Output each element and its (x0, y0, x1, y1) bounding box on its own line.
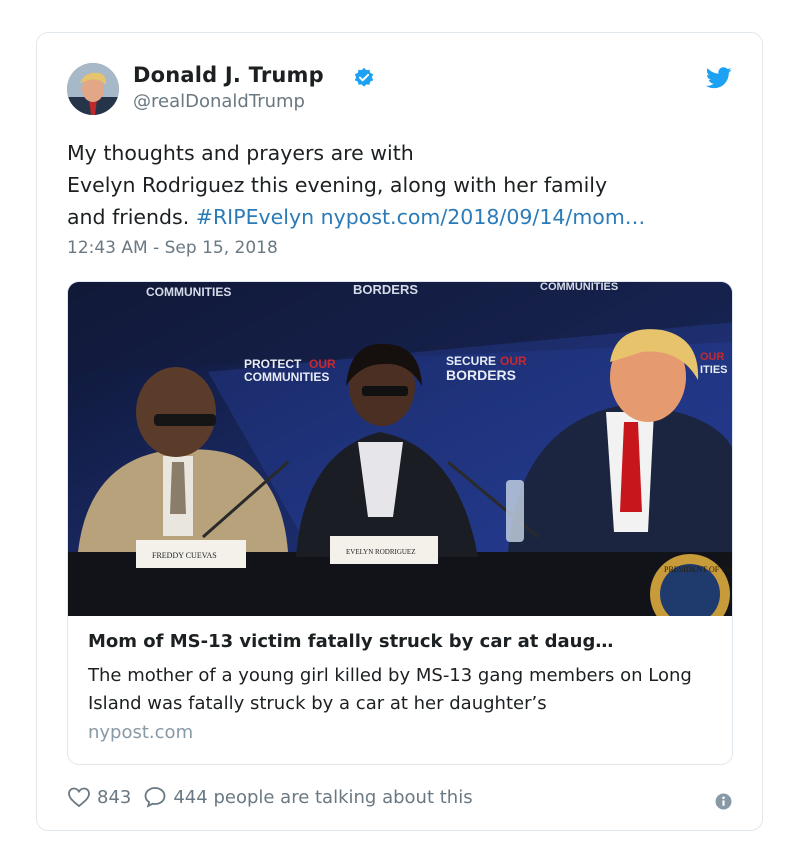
tweet-text-plain: and friends. (67, 205, 196, 229)
author-name[interactable]: Donald J. Trump (133, 63, 324, 87)
sign-text: PROTECT (244, 357, 302, 371)
embedded-tweet-card: Donald J. Trump @realDonaldTrump My thou… (36, 32, 763, 831)
author-handle[interactable]: @realDonaldTrump (133, 91, 305, 112)
verified-badge-icon (354, 67, 374, 87)
tweet-timestamp[interactable]: 12:43 AM - Sep 15, 2018 (67, 238, 278, 258)
info-icon[interactable] (715, 793, 732, 810)
sign-text: COMMUNITIES (540, 282, 618, 293)
speech-bubble-icon[interactable] (143, 785, 167, 809)
link-card-description: The mother of a young girl killed by MS-… (88, 665, 692, 714)
sign-text: BORDERS (446, 367, 516, 383)
seal-text: PRESIDENT OF THE (664, 565, 733, 574)
placard-text: EVELYN RODRIGUEZ (346, 548, 415, 556)
sign-text: OUR (309, 357, 336, 371)
sign-text: OUR (700, 351, 725, 363)
sign-text: ITIES (700, 364, 728, 376)
sign-text: SECURE (446, 354, 496, 368)
link-card-domain: nypost.com (88, 722, 194, 743)
hashtag-link[interactable]: #RIPEvelyn (196, 205, 314, 229)
tweet-text: My thoughts and prayers are with Evelyn … (67, 137, 737, 233)
talking-about-link[interactable]: 444 people are talking about this (173, 787, 472, 808)
like-count[interactable]: 843 (97, 787, 131, 808)
link-card-title[interactable]: Mom of MS-13 victim fatally struck by ca… (88, 631, 716, 652)
tweet-text-line: and friends. #RIPEvelyn nypost.com/2018/… (67, 201, 737, 233)
article-photo[interactable]: COMMUNITIES BORDERS COMMUNITIES PROTECT … (68, 282, 733, 616)
avatar[interactable] (67, 63, 119, 115)
tweet-actions: 843 444 people are talking about this (67, 785, 473, 809)
twitter-bird-icon[interactable] (706, 67, 732, 89)
article-url-link[interactable]: nypost.com/2018/09/14/mom… (321, 205, 646, 229)
tweet-text-line: Evelyn Rodriguez this evening, along wit… (67, 173, 608, 197)
sign-text: BORDERS (353, 282, 418, 297)
sign-text: COMMUNITIES (244, 370, 329, 384)
sign-text: COMMUNITIES (146, 285, 231, 299)
tweet-text-line: My thoughts and prayers are with (67, 141, 414, 165)
heart-icon[interactable] (67, 785, 91, 809)
link-preview-card[interactable]: COMMUNITIES BORDERS COMMUNITIES PROTECT … (67, 281, 733, 765)
placard-text: FREDDY CUEVAS (152, 551, 217, 560)
sign-text: OUR (500, 354, 527, 368)
